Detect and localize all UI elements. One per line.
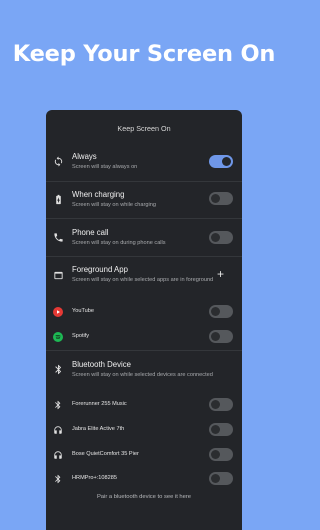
phone-call-toggle[interactable]	[209, 231, 233, 244]
device-name: Jabra Elite Active 7th	[72, 426, 125, 432]
headphones-icon	[51, 448, 65, 462]
divider	[46, 256, 242, 257]
section-subtitle: Screen will stay on while selected apps …	[72, 277, 214, 283]
device-name: Bose QuietComfort 35 Pier	[72, 451, 139, 457]
spotify-toggle[interactable]	[209, 330, 233, 343]
pair-device-hint: Pair a bluetooth device to see it here	[96, 494, 192, 500]
bluetooth-icon	[51, 398, 65, 412]
setting-always[interactable]: Always Screen will stay always on	[46, 150, 242, 174]
bluetooth-device-section: Bluetooth Device Screen will stay on whi…	[46, 358, 242, 384]
always-toggle[interactable]	[209, 155, 233, 168]
device-name: Forerunner 255 Music	[72, 401, 127, 407]
device-toggle[interactable]	[209, 472, 233, 485]
phone-icon	[51, 230, 65, 244]
window-icon	[51, 268, 65, 282]
charging-toggle[interactable]	[209, 192, 233, 205]
bluetooth-icon	[51, 362, 65, 376]
device-toggle[interactable]	[209, 398, 233, 411]
youtube-icon	[51, 305, 65, 319]
divider	[46, 218, 242, 219]
setting-when-charging[interactable]: When charging Screen will stay on while …	[46, 188, 242, 212]
plus-icon[interactable]: +	[217, 268, 224, 280]
divider	[46, 181, 242, 182]
device-name: HRMPro+:108285	[72, 475, 117, 481]
section-title: Foreground App	[72, 265, 128, 274]
battery-charging-icon	[51, 192, 65, 206]
device-item[interactable]: HRMPro+:108285	[46, 472, 242, 486]
spotify-icon	[51, 330, 65, 344]
setting-title: Phone call	[72, 228, 109, 237]
youtube-toggle[interactable]	[209, 305, 233, 318]
setting-subtitle: Screen will stay always on	[72, 164, 138, 170]
app-item-youtube[interactable]: YouTube	[46, 305, 242, 319]
setting-subtitle: Screen will stay on while charging	[72, 202, 156, 208]
app-item-spotify[interactable]: Spotify	[46, 330, 242, 344]
promo-headline: Keep Your Screen On	[12, 41, 276, 67]
setting-subtitle: Screen will stay on during phone calls	[72, 240, 166, 246]
section-title: Bluetooth Device	[72, 360, 131, 369]
setting-phone-call[interactable]: Phone call Screen will stay on during ph…	[46, 226, 242, 250]
sync-icon	[51, 154, 65, 168]
device-item[interactable]: Jabra Elite Active 7th	[46, 423, 242, 437]
device-toggle[interactable]	[209, 423, 233, 436]
app-name: Spotify	[72, 333, 90, 339]
headphones-icon	[51, 423, 65, 437]
section-subtitle: Screen will stay on while selected devic…	[72, 372, 213, 378]
device-item[interactable]: Bose QuietComfort 35 Pier	[46, 448, 242, 462]
app-name: YouTube	[72, 308, 94, 314]
setting-title: When charging	[72, 190, 125, 199]
foreground-app-section: Foreground App Screen will stay on while…	[46, 264, 242, 294]
divider	[46, 350, 242, 351]
phone-screen: Keep Screen On Always Screen will stay a…	[46, 110, 242, 530]
bluetooth-icon	[51, 472, 65, 486]
setting-title: Always	[72, 152, 97, 161]
device-toggle[interactable]	[209, 448, 233, 461]
device-item[interactable]: Forerunner 255 Music	[46, 398, 242, 412]
screen-title: Keep Screen On	[117, 124, 171, 133]
